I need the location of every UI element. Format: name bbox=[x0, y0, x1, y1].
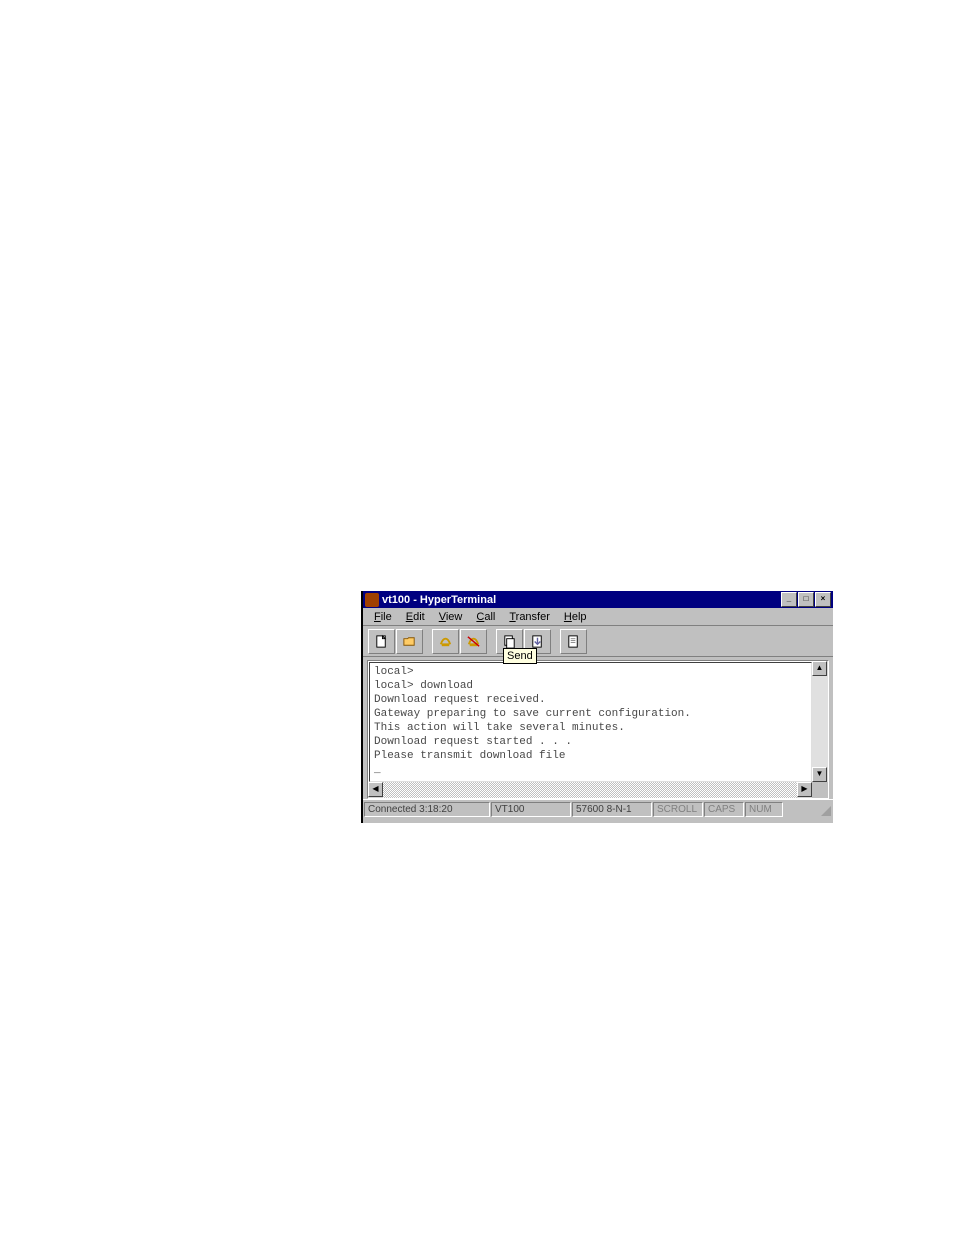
scroll-down-icon[interactable]: ▼ bbox=[812, 767, 827, 782]
close-button[interactable]: × bbox=[815, 592, 831, 607]
properties-button[interactable] bbox=[560, 629, 587, 654]
minimize-button[interactable]: _ bbox=[781, 592, 797, 607]
window-title: vt100 - HyperTerminal bbox=[382, 594, 781, 606]
menu-bar: File Edit View Call Transfer Help bbox=[363, 608, 833, 626]
status-num: NUM bbox=[745, 802, 783, 817]
terminal-line: Gateway preparing to save current config… bbox=[374, 708, 691, 720]
maximize-button[interactable]: □ bbox=[798, 592, 814, 607]
scroll-track[interactable] bbox=[812, 676, 828, 767]
vertical-scrollbar[interactable]: ▲ ▼ bbox=[812, 661, 828, 782]
title-bar[interactable]: vt100 - HyperTerminal _ □ × bbox=[363, 591, 833, 608]
scroll-left-icon[interactable]: ◀ bbox=[368, 782, 383, 797]
disconnect-button[interactable] bbox=[460, 629, 487, 654]
terminal-output[interactable]: local> local> download Download request … bbox=[369, 662, 812, 782]
status-comm: 57600 8-N-1 bbox=[572, 802, 652, 817]
terminal-line: This action will take several minutes. bbox=[374, 722, 625, 734]
menu-transfer[interactable]: Transfer bbox=[502, 610, 557, 624]
open-button[interactable] bbox=[396, 629, 423, 654]
terminal-cursor: _ bbox=[374, 764, 381, 776]
menu-call[interactable]: Call bbox=[469, 610, 502, 624]
status-connected: Connected 3:18:20 bbox=[364, 802, 490, 817]
terminal-line: local> download bbox=[374, 680, 473, 692]
menu-view[interactable]: View bbox=[432, 610, 470, 624]
resize-grip[interactable] bbox=[817, 802, 833, 818]
app-icon bbox=[365, 593, 379, 607]
connect-button[interactable] bbox=[432, 629, 459, 654]
menu-file-rest: ile bbox=[381, 611, 392, 623]
status-caps: CAPS bbox=[704, 802, 744, 817]
scroll-corner bbox=[812, 782, 828, 798]
scroll-right-icon[interactable]: ▶ bbox=[797, 782, 812, 797]
terminal-line: Download request started . . . bbox=[374, 736, 572, 748]
menu-help[interactable]: Help bbox=[557, 610, 594, 624]
terminal-frame: local> local> download Download request … bbox=[367, 660, 829, 799]
terminal-line: Please transmit download file bbox=[374, 750, 565, 762]
send-tooltip: Send bbox=[503, 648, 537, 664]
menu-file[interactable]: File bbox=[367, 610, 399, 624]
scroll-track[interactable] bbox=[383, 782, 797, 798]
terminal-line: Download request received. bbox=[374, 694, 546, 706]
menu-edit[interactable]: Edit bbox=[399, 610, 432, 624]
hyperterminal-window: vt100 - HyperTerminal _ □ × File Edit Vi… bbox=[361, 591, 833, 823]
terminal-line: local> bbox=[374, 666, 414, 678]
status-scroll: SCROLL bbox=[653, 802, 703, 817]
status-emulation: VT100 bbox=[491, 802, 571, 817]
new-button[interactable] bbox=[368, 629, 395, 654]
toolbar: Send bbox=[363, 626, 833, 657]
horizontal-scrollbar[interactable]: ◀ ▶ bbox=[368, 782, 812, 798]
status-bar: Connected 3:18:20 VT100 57600 8-N-1 SCRO… bbox=[363, 799, 833, 819]
scroll-up-icon[interactable]: ▲ bbox=[812, 661, 827, 676]
